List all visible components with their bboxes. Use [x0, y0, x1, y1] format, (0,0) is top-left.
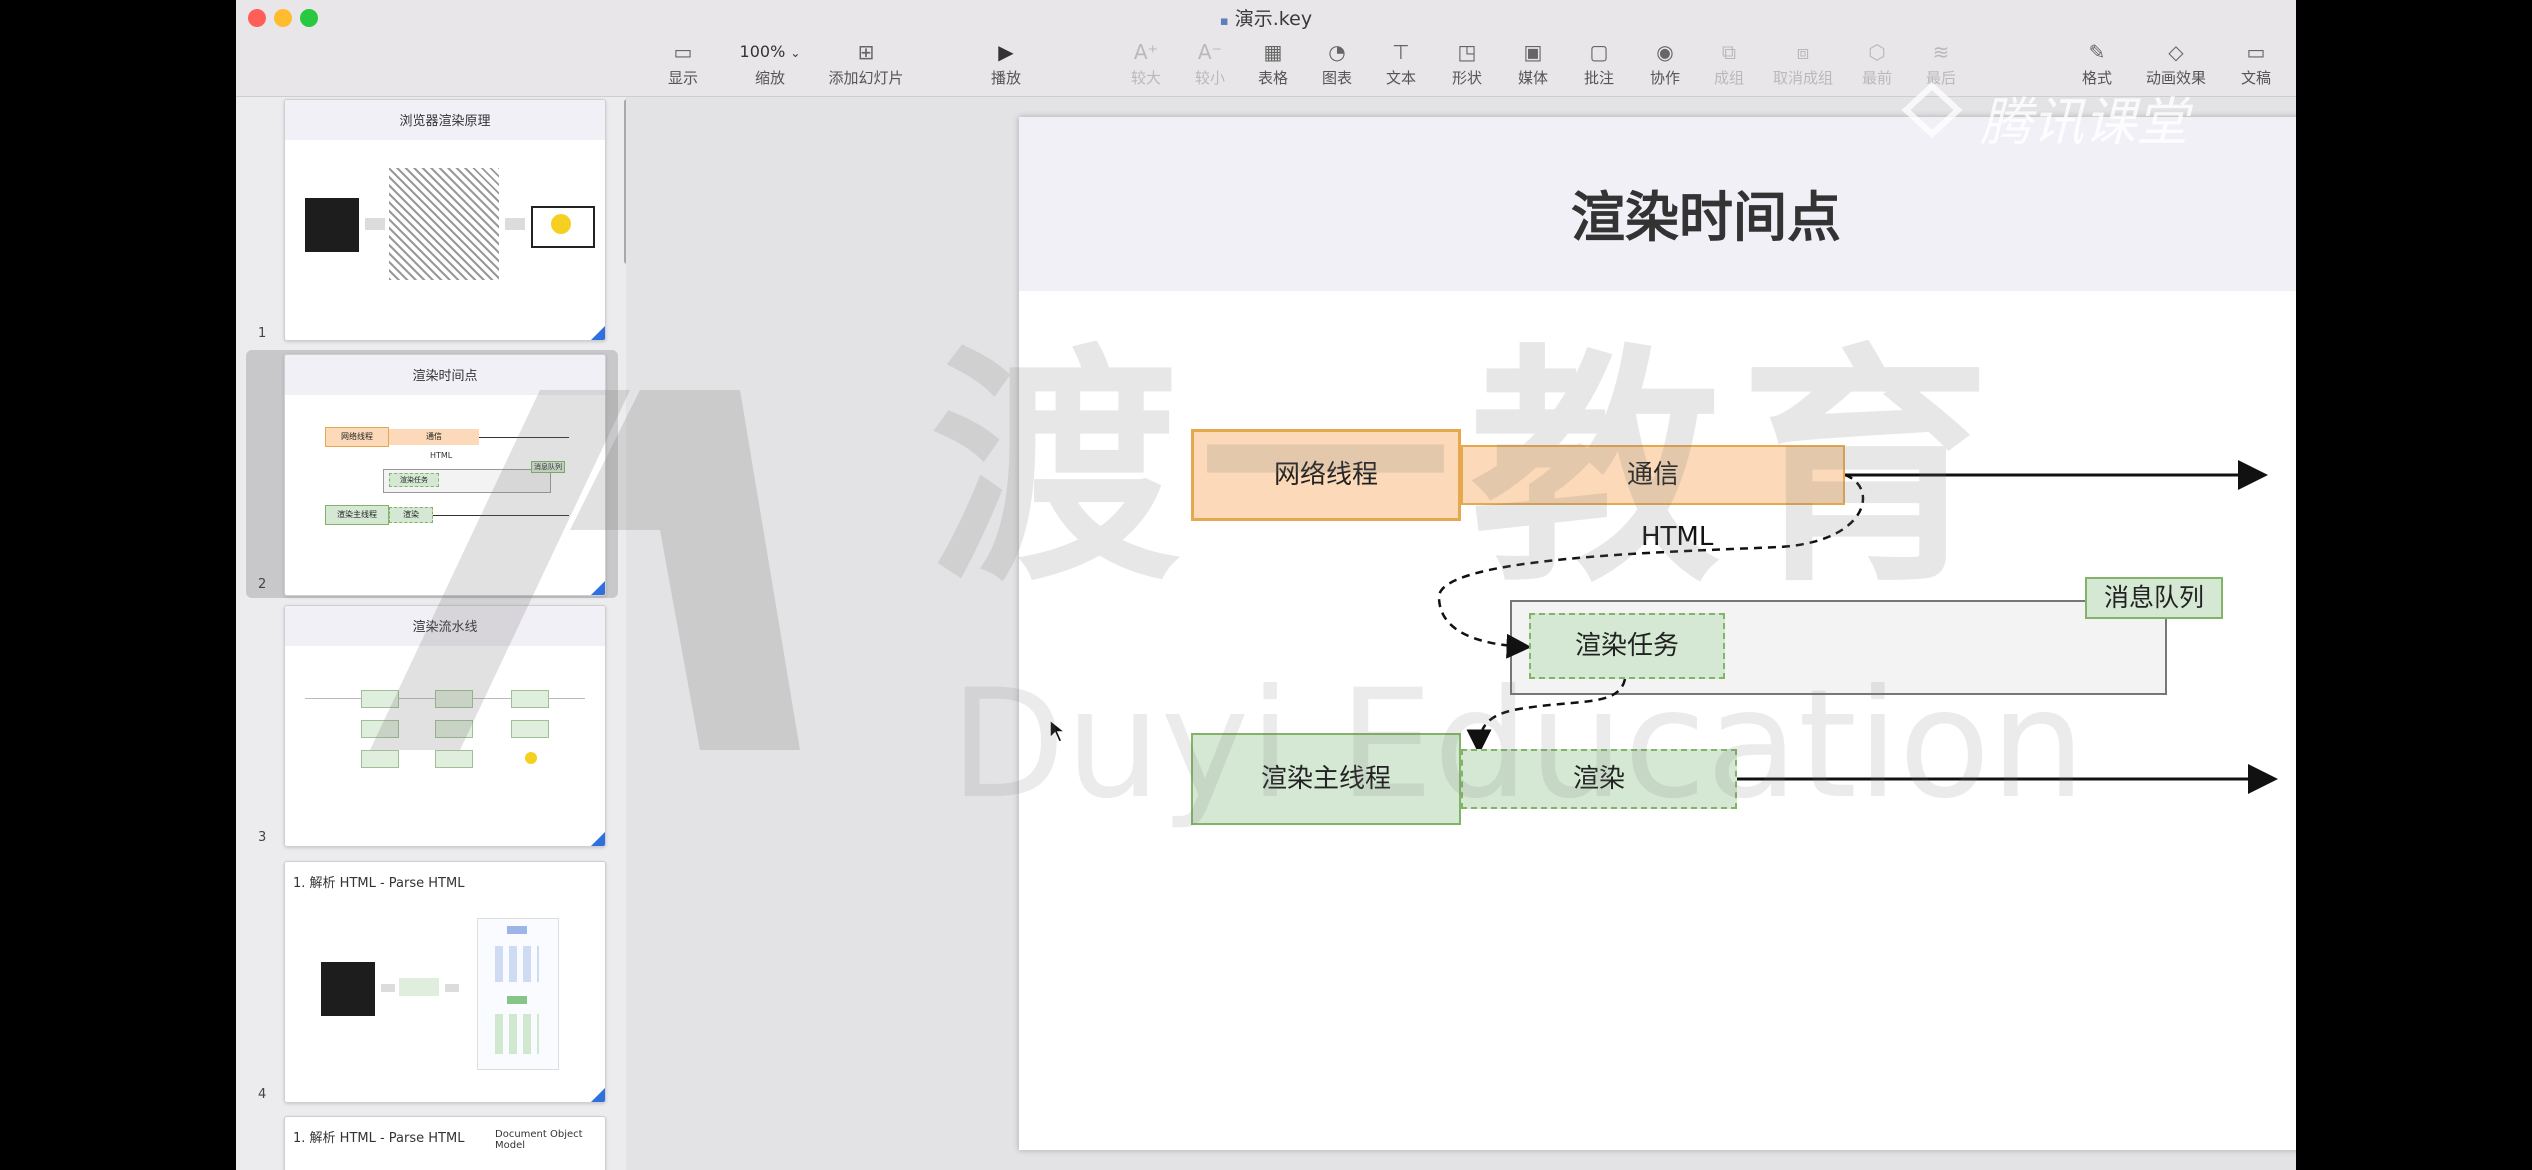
network-thread-box[interactable]: 网络线程 [1191, 429, 1461, 521]
slide-thumbnail-4[interactable]: 1. 解析 HTML - Parse HTML [284, 861, 606, 1103]
slide-number: 4 [258, 1087, 267, 1102]
zoom-menu[interactable]: 100% ⌄ 缩放 [728, 36, 812, 92]
table-icon: ▦ [1263, 40, 1283, 64]
document-icon: ▭ [2246, 40, 2266, 64]
current-slide[interactable]: 渲染时间点 网络线程 通信 HTML 消息队列 渲染任务 渲染主线程 渲染 [1019, 117, 2296, 1150]
ungroup-icon: ⧈ [1796, 40, 1810, 64]
code-editor-image [305, 198, 359, 252]
chevron-down-icon: ⌄ [790, 46, 801, 60]
format-button[interactable]: ✎ 格式 [2072, 36, 2122, 92]
tencent-classroom-logo-icon [1900, 80, 1964, 140]
toolbar: ▪ 演示.key ▭ 显示 100% ⌄ 缩放 ⊞ 添加幻灯片 ▶ 播放 A⁺ … [236, 0, 2296, 97]
ungroup-button[interactable]: ⧈ 取消成组 [1758, 36, 1848, 92]
comment-button[interactable]: ▢ 批注 [1574, 36, 1624, 92]
font-smaller-button[interactable]: A⁻ 较小 [1186, 36, 1234, 92]
thumbnail-title: 浏览器渲染原理 [399, 114, 491, 129]
comment-icon: ▢ [1589, 40, 1609, 64]
font-bigger-button[interactable]: A⁺ 较大 [1122, 36, 1170, 92]
arrow-icon [505, 218, 525, 230]
arrow-icon [445, 984, 459, 992]
bring-front-icon: ⬡ [1868, 40, 1886, 64]
slide-number: 1 [258, 326, 267, 341]
collaborate-button[interactable]: ◉ 协作 [1640, 36, 1690, 92]
code-pattern-image [389, 168, 499, 280]
document-button[interactable]: ▭ 文稿 [2228, 36, 2284, 92]
shape-button[interactable]: ◳ 形状 [1442, 36, 1492, 92]
arrow-icon [365, 218, 385, 230]
paintbrush-icon: ✎ [2088, 40, 2106, 64]
slide-thumbnail-5[interactable]: 1. 解析 HTML - Parse HTML Document Object … [284, 1116, 606, 1170]
smiley-icon [551, 214, 571, 234]
animate-icon: ◇ [2168, 40, 2184, 64]
message-queue-label[interactable]: 消息队列 [2085, 577, 2223, 619]
chart-button[interactable]: ◔ 图表 [1312, 36, 1362, 92]
thumbnail-title: 1. 解析 HTML - Parse HTML [293, 876, 465, 891]
animate-button[interactable]: ◇ 动画效果 [2136, 36, 2216, 92]
add-slide-button[interactable]: ⊞ 添加幻灯片 [816, 36, 916, 92]
bring-front-button[interactable]: ⬡ 最前 [1852, 36, 1902, 92]
image-icon: ▣ [1523, 40, 1543, 64]
document-file-icon: ▪ [1219, 14, 1229, 29]
send-back-icon: ≋ [1932, 40, 1950, 64]
communication-box[interactable]: 通信 [1461, 445, 1845, 505]
collaborate-icon: ◉ [1656, 40, 1674, 64]
media-button[interactable]: ▣ 媒体 [1508, 36, 1558, 92]
render-task-box[interactable]: 渲染任务 [1529, 613, 1725, 679]
group-button[interactable]: ⧉ 成组 [1704, 36, 1754, 92]
chart-icon: ◔ [1328, 40, 1346, 64]
mouse-pointer-icon [1049, 718, 1068, 743]
text-box-icon: ⊤ [1392, 40, 1410, 64]
play-icon: ▶ [998, 40, 1014, 64]
window-title: ▪ 演示.key [1219, 8, 1313, 30]
font-smaller-icon: A⁻ [1197, 40, 1223, 64]
html-label: HTML [1641, 522, 1714, 552]
add-slide-icon: ⊞ [857, 40, 875, 64]
text-button[interactable]: ⊤ 文本 [1376, 36, 1426, 92]
slide-number: 2 [258, 577, 267, 592]
slide-number: 3 [258, 830, 267, 845]
group-icon: ⧉ [1721, 40, 1737, 64]
render-main-thread-box[interactable]: 渲染主线程 [1191, 733, 1461, 825]
duyi-logo-watermark [370, 390, 800, 750]
slide-thumbnail-1[interactable]: 浏览器渲染原理 [284, 99, 606, 341]
thumbnail-subtitle: Document Object Model [495, 1129, 583, 1151]
arrow-icon [381, 984, 395, 992]
zoom-value: 100% [739, 42, 786, 61]
view-button[interactable]: ▭ 显示 [656, 36, 710, 92]
shape-icon: ◳ [1457, 40, 1477, 64]
play-button[interactable]: ▶ 播放 [982, 36, 1030, 92]
code-editor-image [321, 962, 375, 1016]
render-box[interactable]: 渲染 [1461, 749, 1737, 809]
font-bigger-icon: A⁺ [1133, 40, 1159, 64]
table-button[interactable]: ▦ 表格 [1248, 36, 1298, 92]
parser-box [399, 978, 439, 996]
sidebar-icon: ▭ [673, 40, 693, 64]
